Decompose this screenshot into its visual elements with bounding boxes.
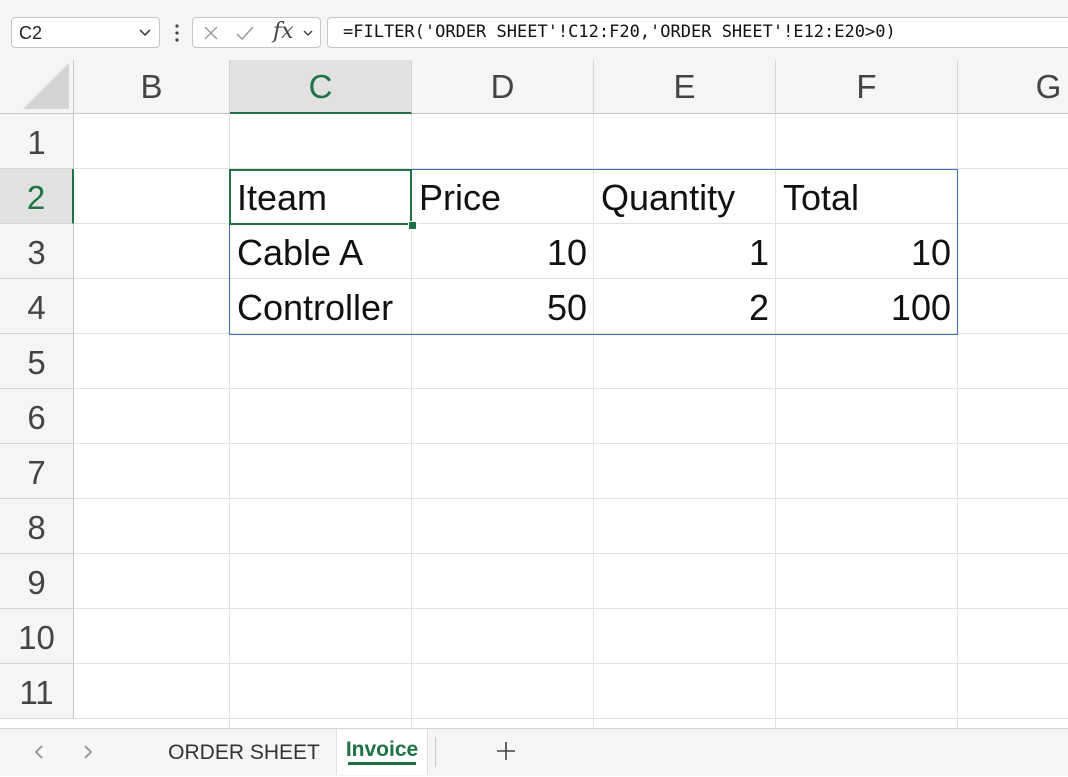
chevron-left-icon[interactable] xyxy=(32,743,46,761)
sheet-tab-order-sheet[interactable]: ORDER SHEET xyxy=(160,729,328,775)
cell-d3[interactable]: 10 xyxy=(412,224,594,279)
name-box-value: C2 xyxy=(19,23,43,43)
cell-e2[interactable]: Quantity xyxy=(594,169,776,224)
active-tab-indicator xyxy=(348,762,416,765)
tab-divider xyxy=(435,737,436,767)
gridline xyxy=(74,553,1068,554)
gridline xyxy=(74,443,1068,444)
cancel-icon[interactable] xyxy=(203,25,219,41)
cell-e4[interactable]: 2 xyxy=(594,279,776,334)
cell-f2[interactable]: Total xyxy=(776,169,958,224)
column-header-f[interactable]: F xyxy=(776,60,958,114)
chevron-down-icon[interactable] xyxy=(302,28,314,38)
row-header-11[interactable]: 11 xyxy=(0,664,74,719)
row-header-6[interactable]: 6 xyxy=(0,389,74,444)
column-header-b[interactable]: B xyxy=(74,60,230,114)
spreadsheet-grid[interactable]: B C D E F G 1 2 3 4 5 6 7 8 9 10 11 Itea… xyxy=(0,60,1068,728)
cell-f3[interactable]: 10 xyxy=(776,224,958,279)
more-vertical-icon[interactable] xyxy=(171,23,183,43)
row-header-5[interactable]: 5 xyxy=(0,334,74,389)
formula-bar: C2 fx =FILTER('ORDER SHEET'!C12:F20,'ORD… xyxy=(0,0,1068,60)
column-header-d[interactable]: D xyxy=(412,60,594,114)
cell-d2[interactable]: Price xyxy=(412,169,594,224)
column-header-e[interactable]: E xyxy=(594,60,776,114)
column-header-c[interactable]: C xyxy=(230,60,412,114)
cell-f4[interactable]: 100 xyxy=(776,279,958,334)
row-header-9[interactable]: 9 xyxy=(0,554,74,609)
function-icon[interactable]: fx xyxy=(273,19,294,44)
row-header-1[interactable]: 1 xyxy=(0,114,74,169)
select-all-icon xyxy=(23,63,69,109)
enter-check-icon[interactable] xyxy=(235,25,255,41)
gridline xyxy=(74,498,1068,499)
cell-d4[interactable]: 50 xyxy=(412,279,594,334)
row-header-3[interactable]: 3 xyxy=(0,224,74,279)
column-header-g[interactable]: G xyxy=(958,60,1068,114)
gridline xyxy=(74,718,1068,719)
cell-c3[interactable]: Cable A xyxy=(230,224,412,279)
formula-input[interactable]: =FILTER('ORDER SHEET'!C12:F20,'ORDER SHE… xyxy=(327,17,1068,48)
sheet-tab-bar: ORDER SHEET Invoice xyxy=(0,728,1068,776)
cell-c2[interactable]: Iteam xyxy=(230,169,412,224)
fill-handle[interactable] xyxy=(408,221,417,230)
plus-icon[interactable] xyxy=(495,740,517,762)
formula-actions: fx xyxy=(192,17,321,48)
gridline xyxy=(74,388,1068,389)
gridline xyxy=(74,663,1068,664)
chevron-right-icon[interactable] xyxy=(81,743,95,761)
sheet-tab-invoice[interactable]: Invoice xyxy=(336,729,428,775)
name-box[interactable]: C2 xyxy=(11,17,160,48)
chevron-down-icon[interactable] xyxy=(138,27,152,39)
row-header-7[interactable]: 7 xyxy=(0,444,74,499)
row-header-10[interactable]: 10 xyxy=(0,609,74,664)
row-header-4[interactable]: 4 xyxy=(0,279,74,334)
cell-c4[interactable]: Controller xyxy=(230,279,412,334)
cell-e3[interactable]: 1 xyxy=(594,224,776,279)
row-header-8[interactable]: 8 xyxy=(0,499,74,554)
gridline xyxy=(74,608,1068,609)
row-header-2[interactable]: 2 xyxy=(0,169,74,224)
select-all-corner[interactable] xyxy=(0,60,74,114)
